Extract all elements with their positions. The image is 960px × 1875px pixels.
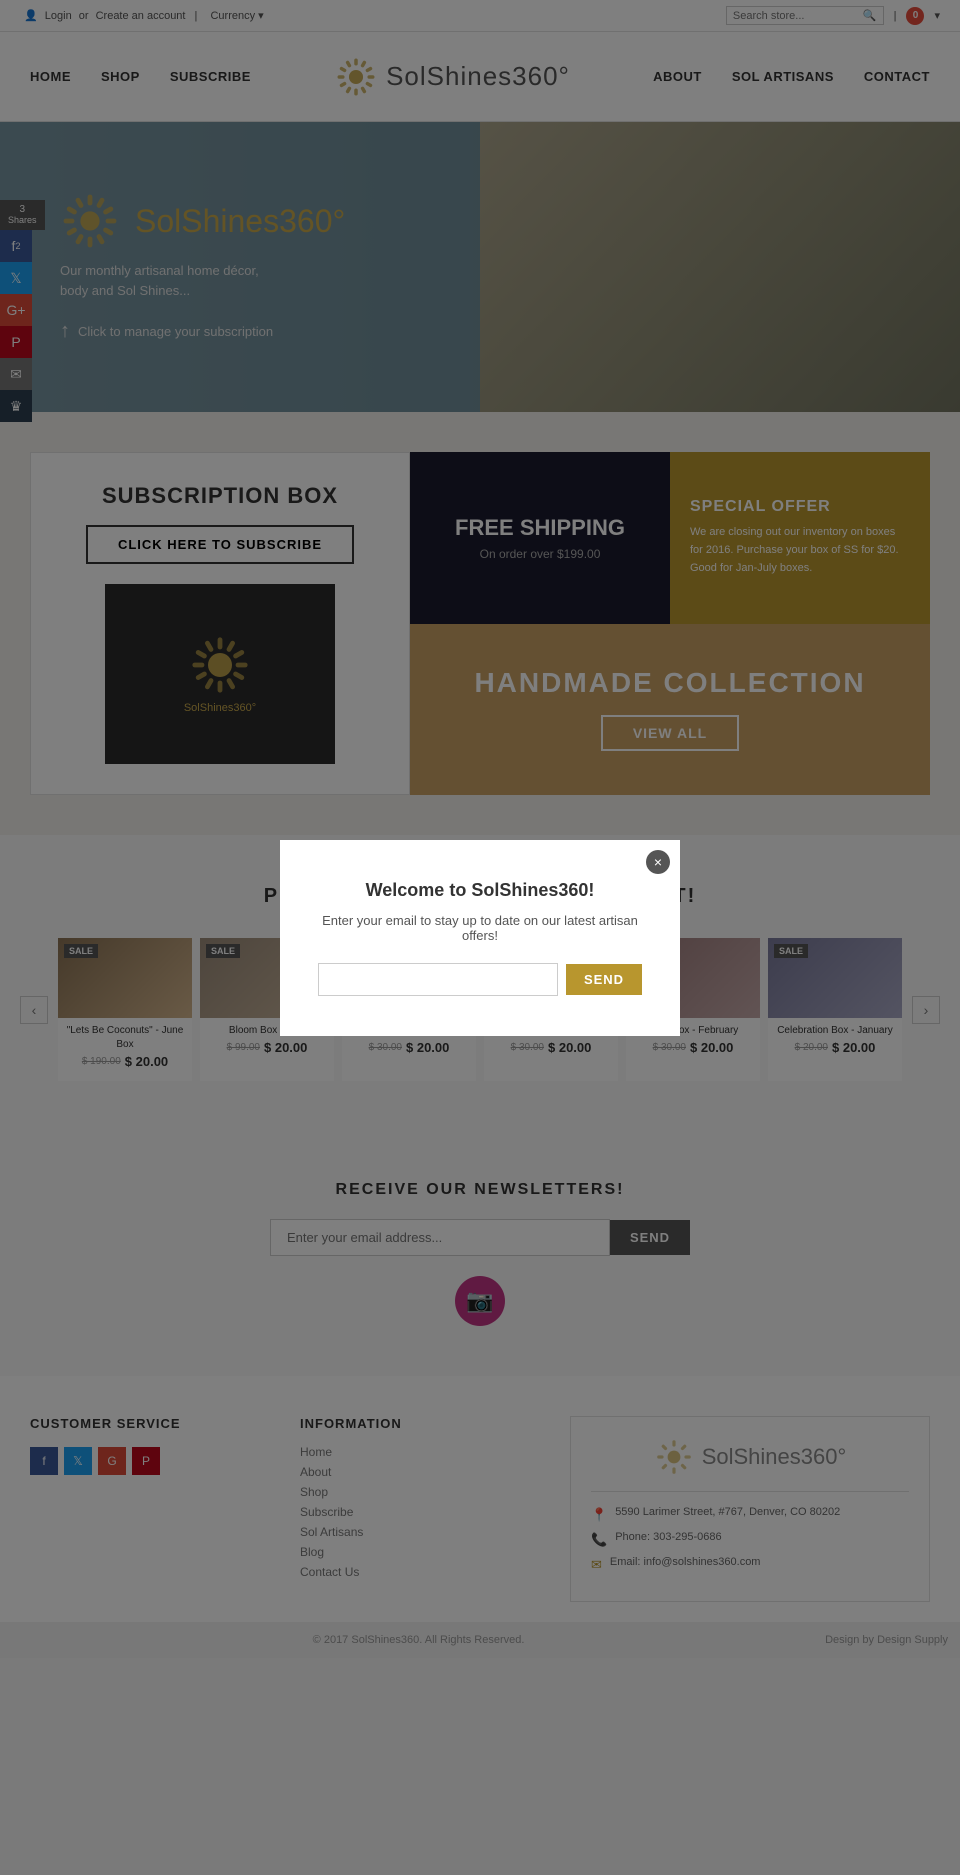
popup-title: Welcome to SolShines360! — [310, 880, 650, 901]
popup-send-button[interactable]: SEND — [566, 964, 642, 995]
popup-close-button[interactable]: × — [646, 850, 670, 874]
popup-subtitle: Enter your email to stay up to date on o… — [310, 913, 650, 943]
popup-input-row: SEND — [310, 963, 650, 996]
popup-box: × Welcome to SolShines360! Enter your em… — [280, 840, 680, 1036]
popup-email-input[interactable] — [318, 963, 558, 996]
popup-overlay: × Welcome to SolShines360! Enter your em… — [0, 0, 960, 1875]
